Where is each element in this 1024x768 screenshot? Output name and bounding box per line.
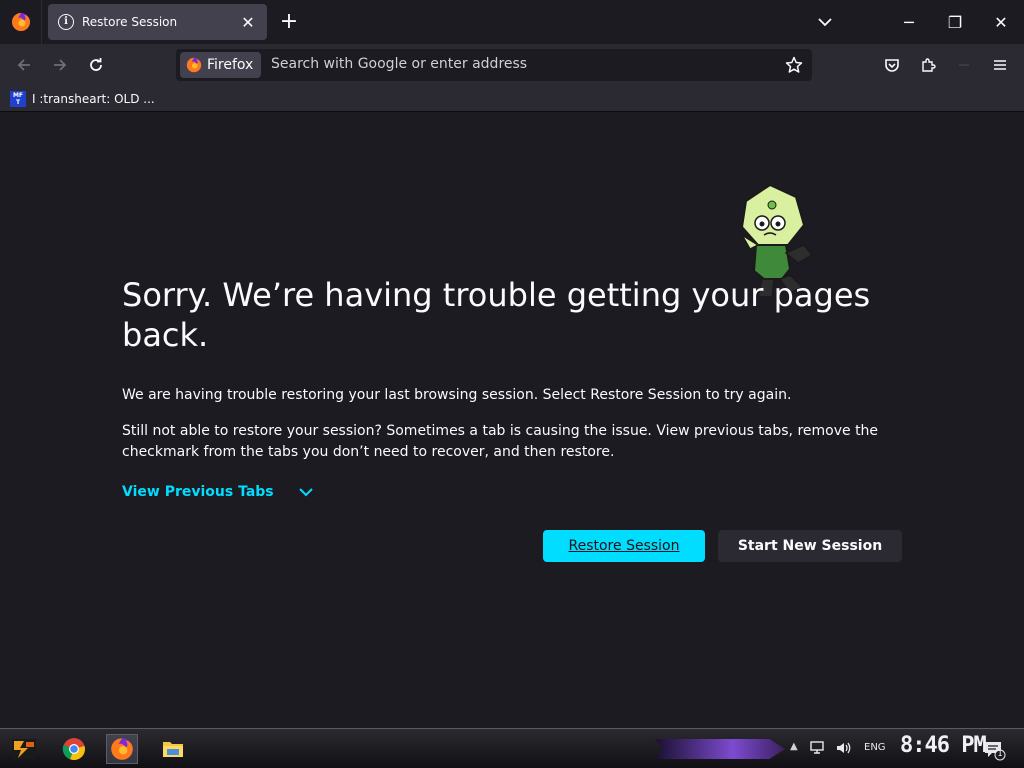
bookmark-favicon: MF T: [10, 91, 26, 107]
tab-restore-session[interactable]: i Restore Session ✕: [48, 4, 267, 40]
restore-session-page: Sorry. We’re having trouble getting your…: [0, 113, 1024, 728]
pocket-button[interactable]: [877, 50, 907, 80]
page-title: Sorry. We’re having trouble getting your…: [122, 276, 871, 354]
list-all-tabs-button[interactable]: [812, 10, 838, 34]
firefox-logo-icon: [186, 57, 202, 73]
pocket-icon: [885, 59, 899, 72]
reload-button[interactable]: [81, 50, 111, 80]
chrome-icon: [62, 738, 85, 761]
tab-strip: i Restore Session ✕ + ─ ❐ ✕: [0, 0, 1024, 44]
view-previous-tabs-toggle[interactable]: View Previous Tabs: [122, 484, 314, 500]
bookmark-label: I :transheart: OLD ...: [32, 92, 155, 106]
taskbar-decoration: [655, 739, 785, 759]
folder-icon: [163, 742, 183, 757]
view-previous-tabs-label: View Previous Tabs: [122, 484, 274, 500]
firefox-logo-icon: [111, 738, 133, 760]
notification-count: 1: [997, 749, 1003, 758]
extensions-icon: [922, 58, 936, 72]
star-icon: [785, 56, 803, 73]
start-new-session-button[interactable]: Start New Session: [718, 530, 902, 562]
show-hidden-icons-button[interactable]: ▲: [790, 741, 798, 752]
hamburger-menu-icon: [994, 60, 1006, 70]
bookmark-star-button[interactable]: [782, 53, 806, 77]
new-tab-button[interactable]: +: [276, 10, 302, 36]
firefox-logo-icon: [11, 13, 30, 31]
back-button[interactable]: [9, 50, 39, 80]
forward-button[interactable]: [45, 50, 75, 80]
chevron-down-icon: [298, 488, 313, 497]
taskbar-firefox[interactable]: [106, 734, 138, 764]
network-tray-button[interactable]: [810, 740, 828, 756]
extensions-button[interactable]: [913, 50, 943, 80]
volume-icon: [837, 742, 851, 754]
start-logo-icon: [12, 739, 36, 759]
address-bar[interactable]: Firefox Search with Google or enter addr…: [176, 49, 812, 81]
minimize-button[interactable]: ─: [886, 0, 932, 44]
taskbar: ▲ ENG 8:46 PM 1: [0, 728, 1024, 768]
blank-icon: [959, 64, 969, 66]
description-text: We are having trouble restoring your las…: [122, 387, 792, 403]
help-text: Still not able to restore your session? …: [122, 423, 879, 460]
bookmarks-toolbar: MF T I :transheart: OLD ...: [0, 86, 1024, 112]
chevron-down-icon: [818, 18, 832, 27]
info-icon: i: [58, 14, 74, 30]
start-button[interactable]: [8, 734, 40, 764]
close-window-button[interactable]: ✕: [978, 0, 1024, 44]
app-menu-button[interactable]: [985, 50, 1015, 80]
forward-icon: [54, 59, 67, 71]
firefox-view-button[interactable]: [0, 0, 42, 44]
identity-label: Firefox: [207, 57, 254, 73]
tab-title: Restore Session: [82, 15, 178, 29]
taskbar-file-explorer[interactable]: [157, 734, 189, 764]
network-icon: [810, 741, 824, 754]
navigation-toolbar: Firefox Search with Google or enter addr…: [0, 44, 1024, 86]
taskbar-chrome[interactable]: [58, 734, 90, 764]
restore-session-button[interactable]: Restore Session: [543, 530, 705, 562]
back-icon: [17, 59, 30, 71]
notification-center-button[interactable]: 1: [982, 739, 1006, 761]
input-language-indicator[interactable]: ENG: [864, 742, 886, 753]
reload-icon: [90, 58, 102, 71]
volume-tray-button[interactable]: [835, 740, 853, 756]
url-input[interactable]: Search with Google or enter address: [271, 56, 527, 72]
taskbar-clock[interactable]: 8:46 PM: [900, 733, 987, 758]
identity-box[interactable]: Firefox: [180, 52, 262, 78]
restore-window-button[interactable]: ❐: [932, 0, 978, 44]
close-tab-icon[interactable]: ✕: [239, 13, 257, 32]
overflow-hidden-button[interactable]: [949, 50, 979, 80]
bookmark-item[interactable]: MF T I :transheart: OLD ...: [10, 89, 155, 109]
